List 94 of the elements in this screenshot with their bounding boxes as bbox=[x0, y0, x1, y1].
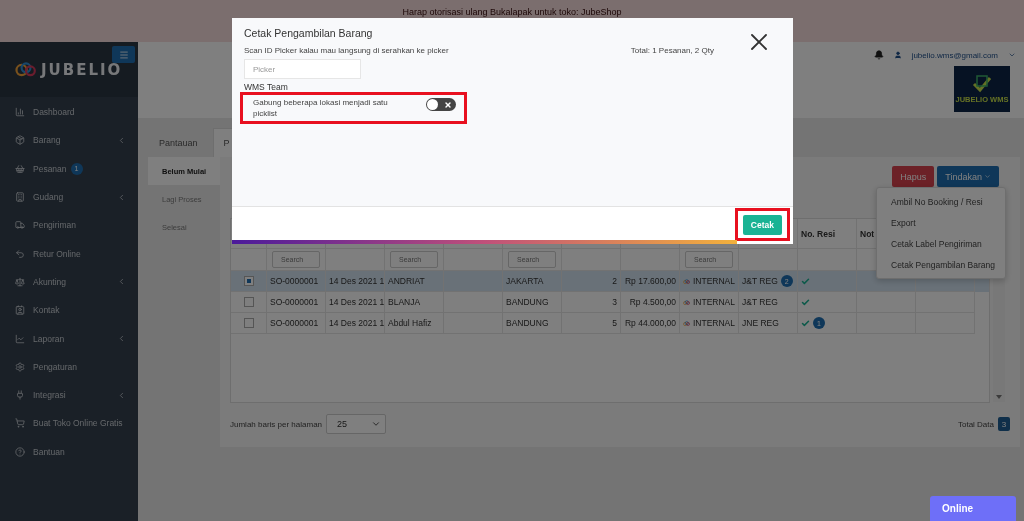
table-cell-text: SO-0000001 bbox=[270, 297, 319, 307]
truck-icon bbox=[15, 220, 25, 231]
plug-icon bbox=[15, 390, 25, 401]
sidebar-item[interactable]: Laporan bbox=[0, 324, 138, 353]
table-cell-text: SO-0000001 bbox=[270, 276, 319, 286]
table-cell-text: 14 Des 2021 1 bbox=[329, 297, 384, 307]
sidebar-item[interactable]: Buat Toko Online Gratis bbox=[0, 409, 138, 438]
total-badge: 3 bbox=[998, 417, 1010, 431]
building-icon bbox=[15, 192, 25, 203]
table-cell-text: 14 Des 2021 1 bbox=[329, 318, 384, 328]
picker-field[interactable]: Picker bbox=[244, 59, 361, 79]
check-logo-icon bbox=[971, 74, 993, 93]
page-size-select[interactable]: 25 bbox=[326, 414, 387, 434]
table-cell-text: 14 Des 2021 1 bbox=[329, 276, 384, 286]
banner-text: Harap otorisasi ulang Bukalapak untuk toko: JubeShop bbox=[402, 7, 622, 17]
caret-icon bbox=[1008, 51, 1016, 59]
table-cell-text: 5 bbox=[612, 318, 617, 328]
bar-chart-icon bbox=[15, 107, 25, 118]
table-cell-text: Rp 4.500,00 bbox=[629, 297, 676, 307]
x-icon bbox=[444, 100, 452, 109]
line-chart-icon bbox=[15, 333, 25, 344]
cloud-icon bbox=[683, 318, 690, 328]
toggle-label: Gabung beberapa lokasi menjadi satu picklist bbox=[253, 97, 389, 120]
scale-icon bbox=[15, 276, 25, 287]
caret-icon bbox=[984, 173, 991, 180]
sidebar-item[interactable]: Barang bbox=[0, 126, 138, 155]
row-checkbox[interactable] bbox=[243, 318, 254, 328]
check-icon bbox=[801, 318, 810, 328]
cloud-icon bbox=[683, 276, 690, 286]
logo-icon bbox=[15, 61, 37, 78]
sidebar-item[interactable]: Pengiriman bbox=[0, 211, 138, 240]
package-icon bbox=[15, 135, 25, 146]
sidebar-item[interactable]: Kontak bbox=[0, 296, 138, 325]
basket-icon bbox=[15, 163, 25, 174]
check-icon bbox=[801, 276, 810, 286]
total-text: Total: 1 Pesanan, 2 Qty bbox=[630, 46, 714, 55]
table-cell-text: JNE REG bbox=[742, 318, 779, 328]
cart-icon bbox=[15, 418, 25, 429]
tab[interactable]: Pantauan bbox=[148, 128, 209, 157]
total-label: Total Data bbox=[957, 419, 994, 429]
menu-item[interactable]: Export bbox=[877, 212, 1005, 233]
contact-card-icon bbox=[15, 305, 25, 316]
sidebar-item[interactable]: Gudang bbox=[0, 182, 138, 212]
help-icon bbox=[15, 446, 25, 457]
menu-item[interactable]: Ambil No Booking / Resi bbox=[877, 191, 1005, 212]
online-button[interactable]: Online bbox=[930, 496, 1016, 521]
table-cell-text: Rp 17.600,00 bbox=[624, 276, 676, 286]
hint-text: Scan ID Picker kalau mau langsung di serahkan ke picker bbox=[244, 46, 449, 55]
settings-icon bbox=[15, 361, 25, 372]
table-cell-text: JAKARTA bbox=[506, 276, 544, 286]
row-checkbox[interactable] bbox=[243, 276, 254, 286]
bell-icon[interactable] bbox=[873, 50, 884, 60]
dialog-title: Cetak Pengambilan Barang bbox=[244, 27, 374, 39]
table-cell-text: INTERNAL bbox=[692, 297, 735, 307]
menu-icon bbox=[118, 49, 129, 60]
user-menu[interactable]: jubelio.wms@gmail.com bbox=[911, 50, 998, 60]
merge-toggle[interactable] bbox=[426, 98, 456, 111]
row-checkbox[interactable] bbox=[243, 297, 254, 307]
column-header: Not bbox=[860, 228, 875, 239]
table-cell-text: J&T REG bbox=[742, 297, 778, 307]
menu-item[interactable]: Cetak Label Pengiriman bbox=[877, 233, 1005, 254]
user-icon bbox=[893, 51, 902, 59]
table-cell-text: J&T REG bbox=[742, 276, 778, 286]
table-cell-text: 2 bbox=[612, 276, 617, 286]
table-cell-text: BANDUNG bbox=[506, 318, 549, 328]
sidebar-item[interactable]: Akunting bbox=[0, 267, 138, 297]
scroll-down-icon bbox=[996, 395, 1002, 399]
table-cell-text: BANDUNG bbox=[506, 297, 549, 307]
column-header: No. Resi bbox=[801, 228, 835, 239]
table-cell-text: INTERNAL bbox=[692, 276, 735, 286]
print-button[interactable]: Cetak bbox=[742, 215, 782, 235]
logo-text: JUBELIO bbox=[41, 60, 123, 79]
table-cell-text: SO-0000001 bbox=[270, 318, 319, 328]
page-size-label: Jumlah baris per halaman bbox=[230, 419, 323, 429]
sidebar-item[interactable]: Pengaturan bbox=[0, 352, 138, 381]
table-cell-text: BLANJA bbox=[388, 297, 421, 307]
undo-arrow-icon bbox=[15, 248, 25, 259]
sidebar-item[interactable]: Integrasi bbox=[0, 380, 138, 410]
delete-button[interactable]: Hapus bbox=[892, 166, 935, 187]
cloud-icon bbox=[683, 297, 690, 307]
sidebar-item[interactable]: Bantuan bbox=[0, 437, 138, 466]
caret-icon bbox=[371, 419, 382, 429]
table-cell-text: Rp 44.000,00 bbox=[624, 318, 676, 328]
sidebar-item[interactable]: Retur Online bbox=[0, 239, 138, 268]
check-icon bbox=[801, 297, 810, 307]
menu-item[interactable]: Cetak Pengambilan Barang bbox=[877, 254, 1005, 275]
table-cell-text: Abdul Hafiz bbox=[388, 318, 432, 328]
table-cell-text: INTERNAL bbox=[692, 318, 735, 328]
sidebar-item[interactable]: Dashboard bbox=[0, 98, 138, 127]
table-cell-text: 3 bbox=[612, 297, 617, 307]
actions-button[interactable]: Tindakan bbox=[937, 166, 999, 187]
team-label: WMS Team bbox=[244, 82, 289, 92]
menu-button[interactable] bbox=[112, 46, 135, 63]
table-cell-text: ANDRIAT bbox=[388, 276, 425, 286]
